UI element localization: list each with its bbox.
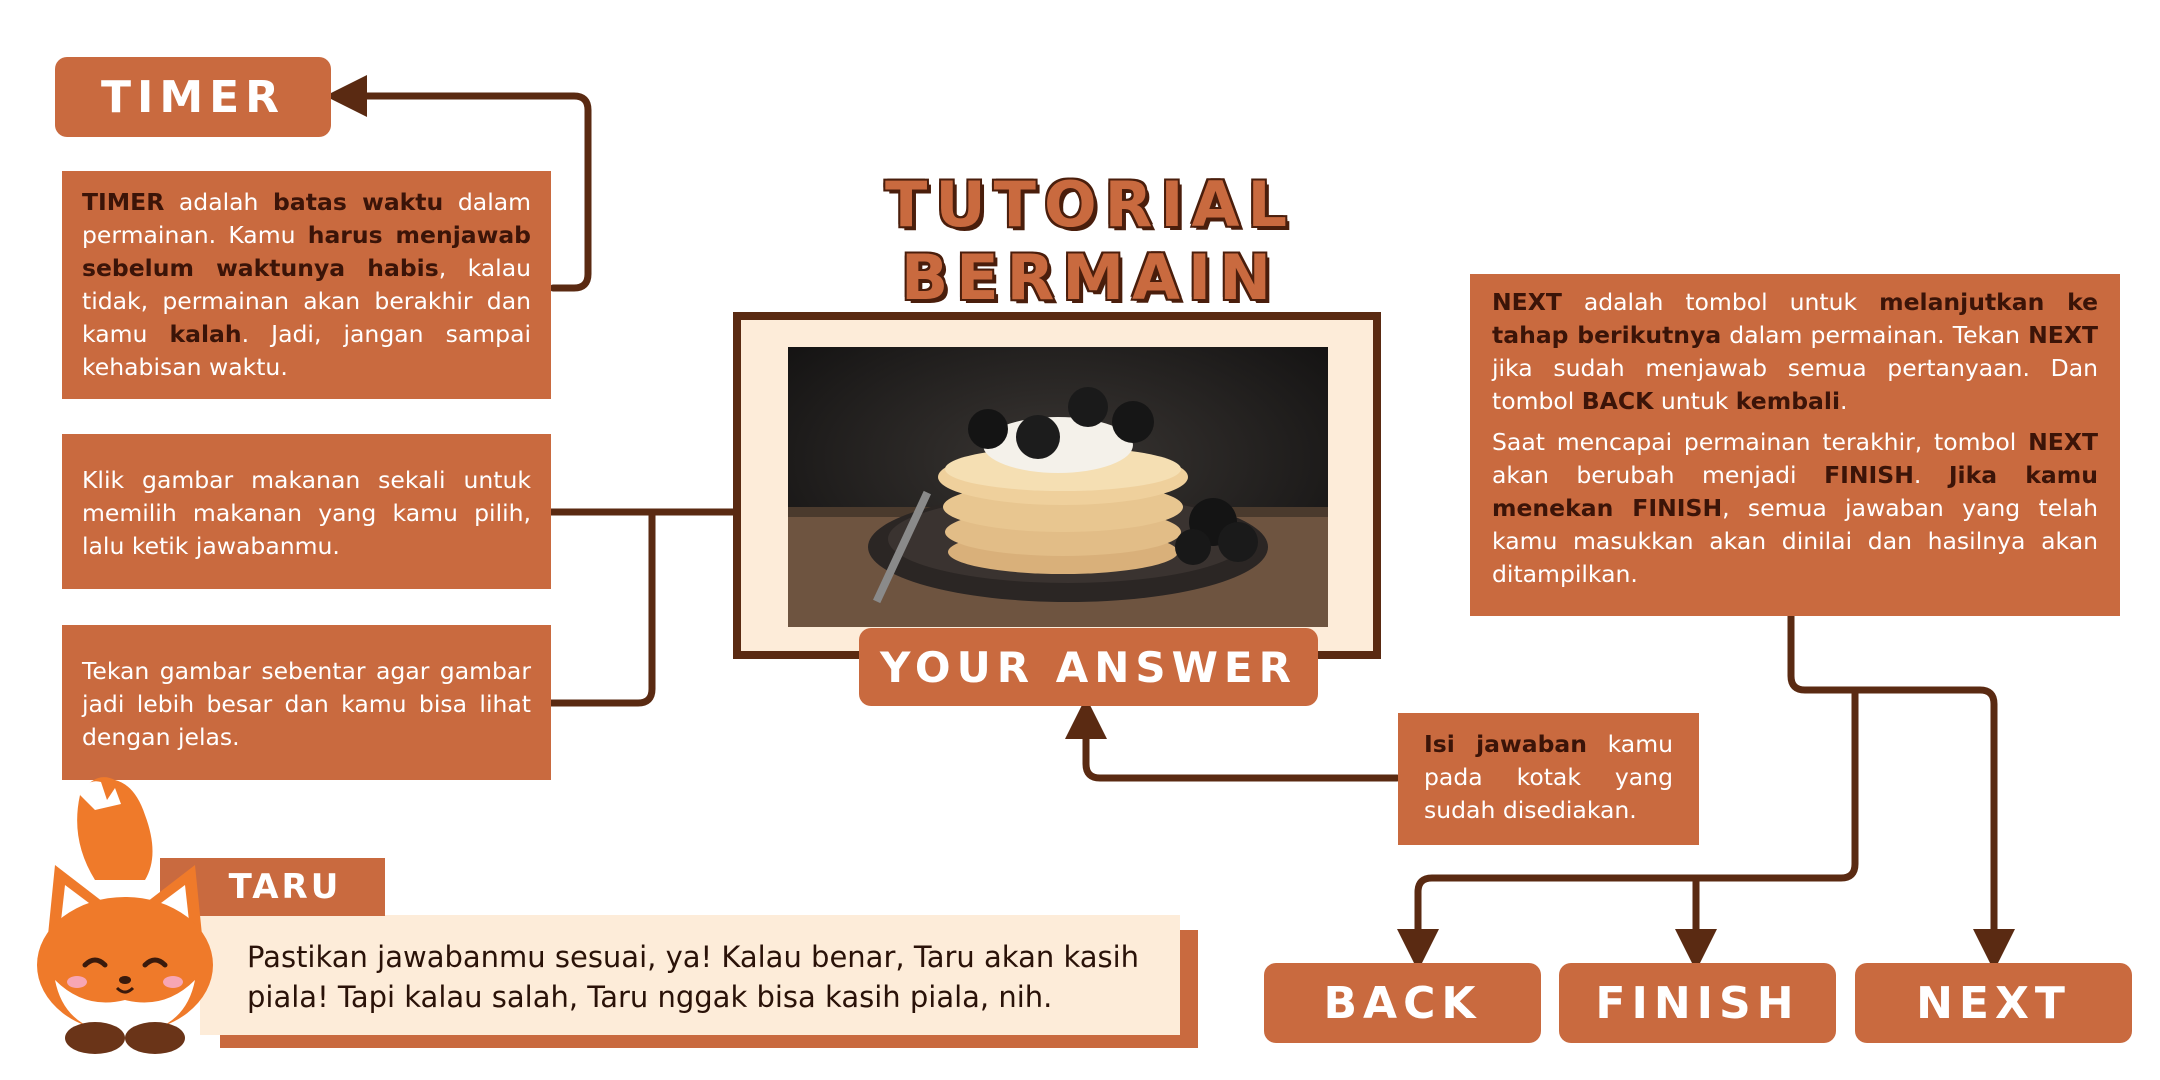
txt: adalah tombol untuk	[1561, 288, 1880, 316]
kw: NEXT	[2028, 321, 2099, 349]
click-info-text: Klik gambar makanan sekali untuk memilih…	[82, 466, 531, 560]
pancake-food-image[interactable]	[788, 347, 1328, 627]
kw: kembali	[1735, 387, 1841, 415]
txt: Saat mencapai permainan terakhir, tombol	[1492, 428, 2029, 456]
mascot-message-box: Pastikan jawabanmu sesuai, ya! Kalau ben…	[200, 915, 1180, 1035]
txt: akan berubah menjadi	[1492, 461, 1825, 489]
hold-info-text: Tekan gambar sebentar agar gambar jadi l…	[82, 657, 531, 751]
next-button[interactable]: NEXT	[1855, 963, 2132, 1043]
kw: Isi jawaban	[1424, 730, 1587, 758]
timer-info-box: TIMER adalah batas waktu dalam permainan…	[62, 171, 551, 399]
kw: TIMER	[82, 188, 165, 216]
answer-info-box: Isi jawaban kamu pada kotak yang sudah d…	[1398, 713, 1699, 845]
kw: FINISH	[1824, 461, 1914, 489]
back-button[interactable]: BACK	[1264, 963, 1541, 1043]
kw: BACK	[1581, 387, 1654, 415]
txt: adalah	[164, 188, 274, 216]
fox-mascot-icon	[37, 777, 213, 1054]
page-title: TUTORIAL BERMAIN	[885, 168, 1295, 314]
kw: kalah	[169, 320, 242, 348]
kw: batas waktu	[273, 188, 444, 216]
txt: .	[1840, 387, 1848, 415]
next-info-box: NEXT adalah tombol untuk melanjutkan ke …	[1470, 274, 2120, 616]
mascot-message-text: Pastikan jawabanmu sesuai, ya! Kalau ben…	[247, 940, 1140, 1014]
your-answer-button[interactable]: YOUR ANSWER	[859, 628, 1318, 706]
kw: NEXT	[2028, 428, 2098, 456]
txt: .	[1913, 461, 1949, 489]
finish-button[interactable]: FINISH	[1559, 963, 1836, 1043]
click-image-info-box: Klik gambar makanan sekali untuk memilih…	[62, 434, 551, 589]
timer-button[interactable]: TIMER	[55, 57, 331, 137]
txt: untuk	[1653, 387, 1736, 415]
hold-image-info-box: Tekan gambar sebentar agar gambar jadi l…	[62, 625, 551, 780]
txt: dalam permainan. Tekan	[1721, 321, 2029, 349]
food-image-frame[interactable]	[733, 312, 1381, 659]
mascot-name: TARU	[228, 867, 342, 907]
kw: NEXT	[1492, 288, 1562, 316]
